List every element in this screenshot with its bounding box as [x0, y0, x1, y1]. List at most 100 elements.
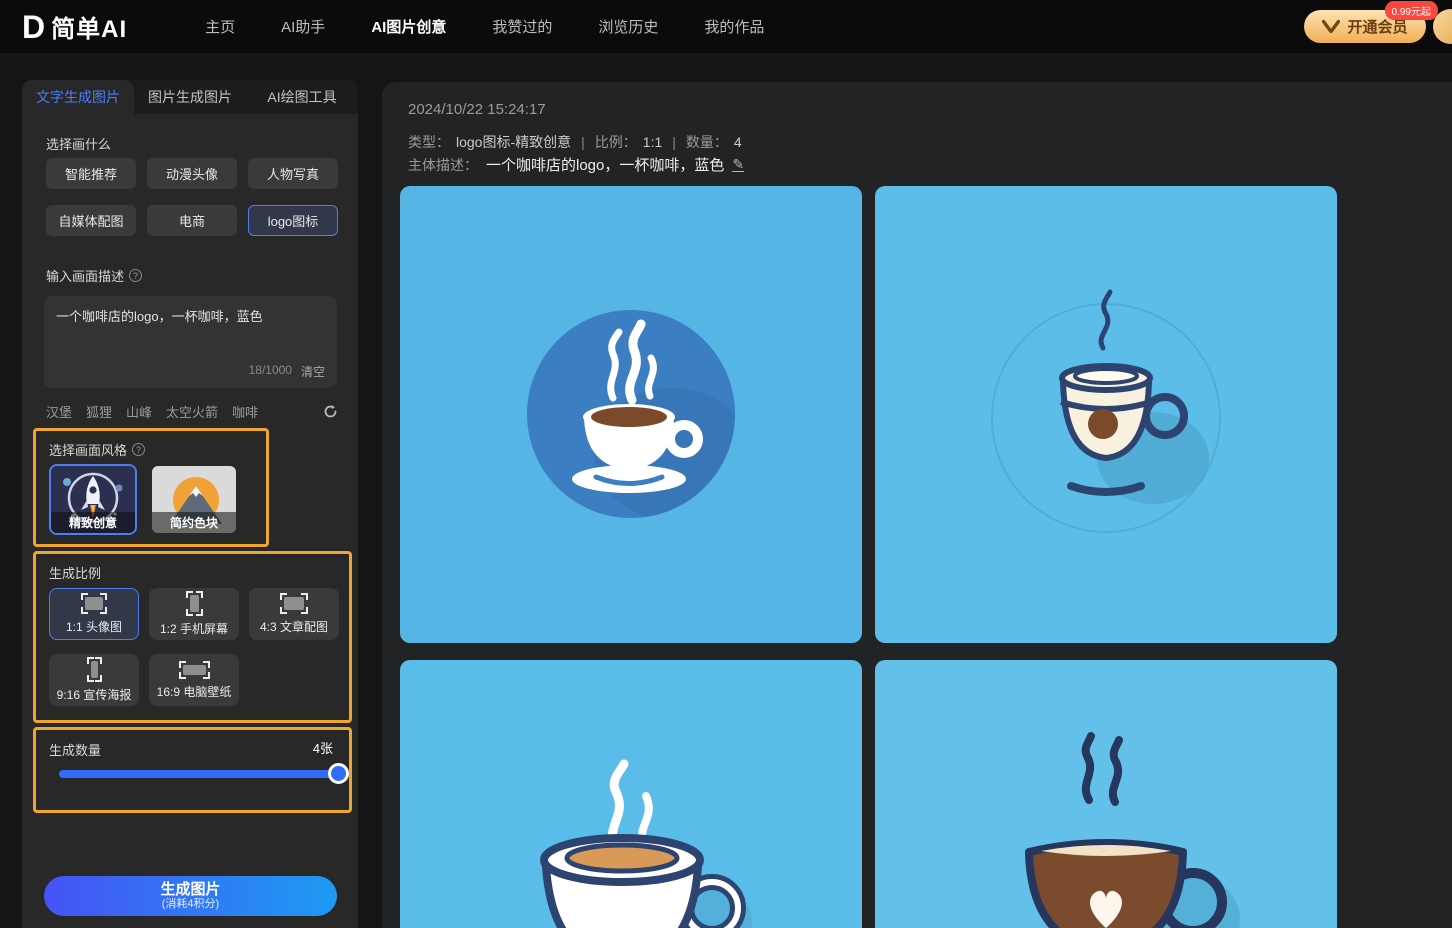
what-option-logo[interactable]: logo图标: [248, 205, 338, 236]
prompt-textarea[interactable]: 一个咖啡店的logo，一杯咖啡，蓝色: [56, 306, 325, 356]
style-card-minimal[interactable]: 简约色块: [150, 464, 238, 535]
vip-area: 开通会员 0.99元起: [1304, 10, 1426, 43]
tab-text-to-image[interactable]: 文字生成图片: [22, 80, 134, 114]
ratio-name: 1:2 手机屏幕: [160, 620, 228, 637]
count-value: 4: [734, 134, 742, 150]
description-label: 主体描述：: [408, 155, 478, 175]
help-icon[interactable]: ?: [132, 443, 145, 456]
vip-price-badge: 0.99元起: [1385, 1, 1438, 20]
ratio-name: 9:16 宣传海报: [57, 686, 132, 703]
quantity-label-text: 生成数量: [49, 740, 101, 759]
tag-coffee[interactable]: 咖啡: [232, 402, 258, 421]
edit-description-icon[interactable]: ✎: [732, 157, 744, 172]
what-option-smart[interactable]: 智能推荐: [46, 158, 136, 189]
nav-item-ai-assistant[interactable]: AI助手: [281, 16, 325, 37]
style-cards: 精致创意 简约色块: [49, 464, 238, 535]
ratio-label: 比例：: [595, 132, 637, 152]
ratio-name: 16:9 电脑壁纸: [157, 683, 232, 700]
char-counter: 18/1000: [249, 363, 292, 380]
ratio-option-9-16[interactable]: 9:16 宣传海报: [49, 654, 139, 706]
logo-d-icon: D: [22, 11, 45, 43]
tag-burger[interactable]: 汉堡: [46, 402, 72, 421]
prompt-input-box[interactable]: 一个咖啡店的logo，一杯咖啡，蓝色 18/1000 清空: [44, 296, 337, 388]
quantity-section-highlight: 生成数量 4张: [33, 727, 352, 813]
slider-thumb[interactable]: [328, 763, 349, 784]
nav-item-history[interactable]: 浏览历史: [598, 16, 658, 37]
coffee-logo-image-3: [400, 660, 862, 928]
ratio-option-16-9[interactable]: 16:9 电脑壁纸: [149, 654, 239, 706]
generate-cost-label: (消耗4积分): [162, 898, 219, 911]
app-logo[interactable]: D 简单AI: [22, 9, 127, 44]
style-label-text: 选择画面风格: [49, 440, 127, 459]
coffee-logo-image-4: [875, 660, 1337, 928]
top-navbar: D 简单AI 主页 AI助手 AI图片创意 我赞过的 浏览历史 我的作品 开通会…: [0, 0, 1452, 53]
meta-separator: |: [577, 134, 589, 150]
ratio-name: 1:1 头像图: [66, 618, 122, 635]
ratio-option-4-3[interactable]: 4:3 文章配图: [249, 588, 339, 640]
what-option-anime-avatar[interactable]: 动漫头像: [147, 158, 237, 189]
nav-item-home[interactable]: 主页: [205, 16, 235, 37]
what-section-label: 选择画什么: [46, 134, 111, 153]
tag-fox[interactable]: 狐狸: [86, 402, 112, 421]
crop-article-icon: [280, 593, 308, 614]
crop-poster-icon: [87, 657, 102, 682]
crop-phone-icon: [186, 591, 203, 616]
style-name: 简约色块: [152, 512, 236, 533]
crop-wallpaper-icon: [179, 661, 210, 679]
quantity-label: 生成数量: [49, 740, 101, 759]
results-panel: 2024/10/22 15:24:17 类型： logo图标-精致创意 | 比例…: [382, 82, 1452, 928]
description-value: 一个咖啡店的logo，一杯咖啡，蓝色: [486, 154, 724, 175]
style-section-label: 选择画面风格 ?: [49, 440, 145, 459]
sidebar-panel: 选择画什么 智能推荐 动漫头像 人物写真 自媒体配图 电商 logo图标 输入画…: [22, 114, 358, 928]
result-image-1[interactable]: [400, 186, 862, 643]
crop-square-icon: [81, 593, 107, 614]
ratio-option-1-1[interactable]: 1:1 头像图: [49, 588, 139, 640]
meta-separator: |: [668, 134, 680, 150]
what-option-portrait[interactable]: 人物写真: [248, 158, 338, 189]
coffee-logo-image-1: [400, 186, 862, 643]
count-label: 数量：: [686, 132, 728, 152]
what-label-text: 选择画什么: [46, 134, 111, 153]
prompt-label-text: 输入画面描述: [46, 266, 124, 285]
ratio-value: 1:1: [643, 134, 662, 150]
tab-ai-draw-tools[interactable]: AI绘图工具: [246, 80, 358, 114]
quantity-value: 4张: [313, 738, 333, 757]
style-card-exquisite[interactable]: 精致创意: [49, 464, 137, 535]
result-image-3[interactable]: [400, 660, 862, 928]
prompt-section-label: 输入画面描述 ?: [46, 266, 142, 285]
help-icon[interactable]: ?: [129, 269, 142, 282]
tag-mountain[interactable]: 山峰: [126, 402, 152, 421]
generate-label: 生成图片: [160, 881, 220, 898]
style-name: 精致创意: [51, 512, 135, 533]
what-option-media-art[interactable]: 自媒体配图: [46, 205, 136, 236]
what-option-ecommerce[interactable]: 电商: [147, 205, 237, 236]
style-section-highlight: 选择画面风格 ? 精致创意: [33, 428, 269, 547]
refresh-tags-icon[interactable]: [323, 404, 338, 419]
what-options: 智能推荐 动漫头像 人物写真 自媒体配图 电商 logo图标: [46, 158, 338, 236]
type-label: 类型：: [408, 132, 450, 152]
subject-description: 主体描述： 一个咖啡店的logo，一杯咖啡，蓝色 ✎: [408, 154, 744, 175]
tab-image-to-image[interactable]: 图片生成图片: [134, 80, 246, 114]
logo-text: 简单AI: [51, 9, 127, 44]
tag-rocket[interactable]: 太空火箭: [166, 402, 218, 421]
suggestion-tags: 汉堡 狐狸 山峰 太空火箭 咖啡: [46, 402, 338, 421]
main-nav: 主页 AI助手 AI图片创意 我赞过的 浏览历史 我的作品: [205, 16, 764, 37]
generate-button[interactable]: 生成图片 (消耗4积分): [44, 876, 337, 916]
coffee-logo-image-2: [875, 186, 1337, 643]
nav-item-my-works[interactable]: 我的作品: [704, 16, 764, 37]
clear-button[interactable]: 清空: [301, 363, 325, 380]
ratio-label-text: 生成比例: [49, 563, 101, 582]
generation-meta: 类型： logo图标-精致创意 | 比例： 1:1 | 数量： 4: [408, 132, 742, 152]
vip-button[interactable]: 开通会员 0.99元起: [1304, 10, 1426, 43]
result-image-2[interactable]: [875, 186, 1337, 643]
ratio-name: 4:3 文章配图: [260, 618, 328, 635]
nav-item-ai-image[interactable]: AI图片创意: [371, 16, 446, 37]
nav-item-liked[interactable]: 我赞过的: [492, 16, 552, 37]
vip-v-icon: [1322, 20, 1340, 33]
ratio-option-1-2[interactable]: 1:2 手机屏幕: [149, 588, 239, 640]
result-image-4[interactable]: [875, 660, 1337, 928]
ratio-options: 1:1 头像图 1:2 手机屏幕 4:3 文章配图 9:16 宣传海报 16:9…: [49, 588, 339, 706]
ratio-section-label: 生成比例: [49, 563, 101, 582]
type-value: logo图标-精致创意: [456, 132, 571, 152]
quantity-slider[interactable]: [59, 770, 339, 778]
